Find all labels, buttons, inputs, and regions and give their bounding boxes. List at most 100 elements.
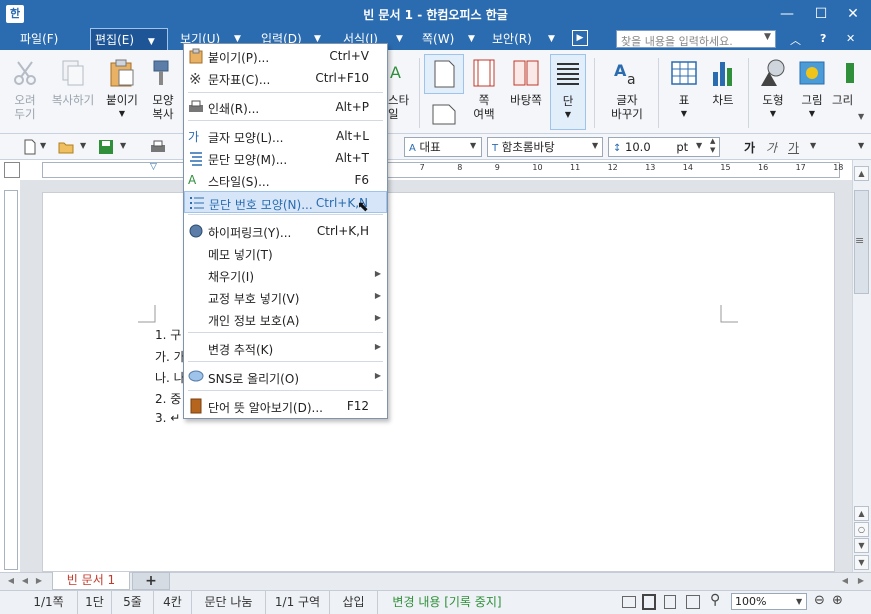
zoom-icon[interactable]: ⚲ <box>710 592 720 608</box>
menu-page[interactable]: 쪽(W) <box>418 28 458 50</box>
ribbon-collapse-icon[interactable]: ︿ <box>790 32 801 48</box>
menu-item[interactable]: 하이퍼링크(Y)... Ctrl+K,H <box>184 220 387 242</box>
chevron-down-icon[interactable]: ▼ <box>592 141 598 150</box>
chevron-down-icon[interactable]: ▼ <box>120 141 126 150</box>
more-button[interactable]: 그리 <box>832 54 854 130</box>
tab-next-icon[interactable]: ▶ <box>32 574 46 588</box>
doc-line[interactable]: 나. 나 <box>155 369 185 386</box>
page-setup-button[interactable] <box>424 54 464 94</box>
add-tab-button[interactable]: + <box>132 572 170 590</box>
font-select[interactable]: T 함초롬바탕 <box>487 137 603 157</box>
chevron-down-icon[interactable]: ▼ <box>80 141 86 150</box>
chevron-down-icon[interactable]: ▼ <box>396 28 403 50</box>
ribbon-expand-icon[interactable]: ▶ <box>572 30 588 46</box>
menu-item[interactable]: 교정 부호 넣기(V) ▶ <box>184 286 387 308</box>
zoom-out-icon[interactable]: ⊖ <box>814 593 825 608</box>
minimize-button[interactable]: — <box>770 0 804 28</box>
shapes-button[interactable]: 도형 ▼ <box>754 54 792 130</box>
paste-button[interactable]: 붙이기 ▼ <box>102 54 142 130</box>
vertical-ruler[interactable] <box>4 190 18 570</box>
view-page-icon[interactable] <box>642 594 656 610</box>
style-button[interactable]: A 스타일 <box>388 54 414 130</box>
chevron-down-icon[interactable]: ▼ <box>696 141 702 150</box>
print-icon[interactable] <box>150 139 166 155</box>
menu-item[interactable]: 문단 번호 모양(N)... Ctrl+K,N ⬉ <box>184 191 387 215</box>
search-input[interactable]: 찾을 내용을 입력하세요. <box>616 30 776 48</box>
master-page-button[interactable]: 바탕쪽 <box>506 54 546 130</box>
menu-item[interactable]: A 스타일(S)... F6 <box>184 169 387 191</box>
chevron-down-icon[interactable]: ▼ <box>794 107 830 121</box>
chevron-down-icon[interactable]: ▼ <box>764 32 771 42</box>
new-doc-icon[interactable] <box>22 139 38 155</box>
menu-file[interactable]: 파일(F) <box>16 28 62 50</box>
menu-item[interactable]: 가 글자 모양(L)... Alt+L <box>184 125 387 147</box>
chevron-down-icon[interactable]: ▼ <box>548 28 555 50</box>
menu-item[interactable]: SNS로 올리기(O) ▶ <box>184 366 387 388</box>
ribbon-scroll-icon[interactable]: ▼ <box>858 112 864 121</box>
menu-item[interactable]: 변경 추적(K) ▶ <box>184 337 387 359</box>
tab-prev-icon[interactable]: ◀ <box>18 574 32 588</box>
tab-document[interactable]: 빈 문서 1 <box>52 572 130 590</box>
chevron-down-icon[interactable]: ▼ <box>102 107 142 121</box>
chart-button[interactable]: 차트 <box>704 54 742 130</box>
hscroll-left-icon[interactable]: ◀ <box>838 574 852 588</box>
italic-button[interactable]: 가 <box>766 139 777 156</box>
menu-item[interactable]: 개인 정보 보호(A) ▶ <box>184 308 387 330</box>
columns-button[interactable]: 단 ▼ <box>550 54 586 130</box>
menu-item[interactable]: 문단 모양(M)... Alt+T <box>184 147 387 169</box>
font-size-input[interactable]: ↕ 10.0 pt <box>608 137 720 157</box>
help-icon[interactable]: ? <box>820 32 826 45</box>
format-copy-button[interactable]: 모양 복사 <box>143 54 183 130</box>
chevron-down-icon[interactable]: ▼ <box>470 141 476 150</box>
menu-item[interactable]: 인쇄(R)... Alt+P <box>184 96 387 118</box>
chevron-down-icon[interactable]: ▼ <box>666 107 702 121</box>
open-folder-icon[interactable] <box>58 139 74 155</box>
maximize-button[interactable]: ☐ <box>804 0 838 28</box>
zoom-in-icon[interactable]: ⊕ <box>832 593 843 608</box>
view-outline-icon[interactable] <box>664 595 676 609</box>
toolbar-scroll-icon[interactable]: ▼ <box>858 141 864 150</box>
scroll-up-button[interactable]: ▲ <box>854 166 869 181</box>
table-button[interactable]: 표 ▼ <box>666 54 702 130</box>
status-track-changes[interactable]: 변경 내용 [기록 중지] <box>380 590 514 614</box>
char-replace-button[interactable]: Aa 글자 바꾸기 <box>602 54 652 130</box>
doc-line[interactable]: 가. 가 <box>155 348 185 365</box>
doc-line[interactable]: 1. 구 <box>155 326 181 343</box>
prev-page-button[interactable]: ▲ <box>854 506 869 521</box>
menu-item[interactable]: 붙이기(P)... Ctrl+V <box>184 45 387 67</box>
view-web-icon[interactable] <box>686 595 700 609</box>
font-size-stepper[interactable]: ▲ ▼ <box>710 137 715 155</box>
chevron-down-icon[interactable]: ▼ <box>40 141 46 150</box>
status-page[interactable]: 1/1쪽 <box>20 590 78 614</box>
close-button[interactable]: ✕ <box>836 0 870 28</box>
chevron-down-icon[interactable]: ▼ <box>468 28 475 50</box>
hscroll-right-icon[interactable]: ▶ <box>854 574 868 588</box>
chevron-down-icon[interactable]: ▼ <box>796 597 802 606</box>
save-icon[interactable] <box>98 139 114 155</box>
menu-edit[interactable]: 편집(E) ▼ <box>90 28 168 50</box>
close-doc-icon[interactable]: ✕ <box>846 32 855 45</box>
underline-button[interactable]: 가 <box>788 139 799 156</box>
ruler-corner[interactable] <box>4 162 20 178</box>
menu-item[interactable]: 메모 넣기(T) <box>184 242 387 264</box>
picture-button[interactable]: 그림 ▼ <box>794 54 830 130</box>
doc-line[interactable]: 2. 중 <box>155 390 181 407</box>
page-select-button[interactable]: ○ <box>854 522 869 537</box>
doc-line[interactable]: 3. ↵ <box>155 411 180 425</box>
cut-button[interactable]: 오려 두기 <box>4 54 46 130</box>
indent-marker-icon[interactable]: ▽ <box>150 162 157 172</box>
status-mode[interactable]: 삽입 <box>330 590 378 614</box>
copy-button[interactable]: 복사하기 <box>46 54 100 130</box>
menu-item[interactable]: ※ 문자표(C)... Ctrl+F10 <box>184 67 387 89</box>
menu-item[interactable]: 단어 뜻 알아보기(D)... F12 <box>184 395 387 417</box>
page-margin-button[interactable]: 쪽 여백 <box>466 54 502 130</box>
tab-first-icon[interactable]: ◀ <box>4 574 18 588</box>
scroll-down-button[interactable]: ▼ <box>854 555 869 570</box>
view-normal-icon[interactable] <box>622 596 636 608</box>
chevron-down-icon[interactable]: ▼ <box>754 107 792 121</box>
menu-security[interactable]: 보안(R) <box>488 28 536 50</box>
bold-button[interactable]: 가 <box>744 139 755 156</box>
chevron-down-icon[interactable]: ▼ <box>551 108 585 122</box>
chevron-down-icon[interactable]: ▼ <box>810 141 816 150</box>
page-orient-button[interactable] <box>424 98 464 130</box>
